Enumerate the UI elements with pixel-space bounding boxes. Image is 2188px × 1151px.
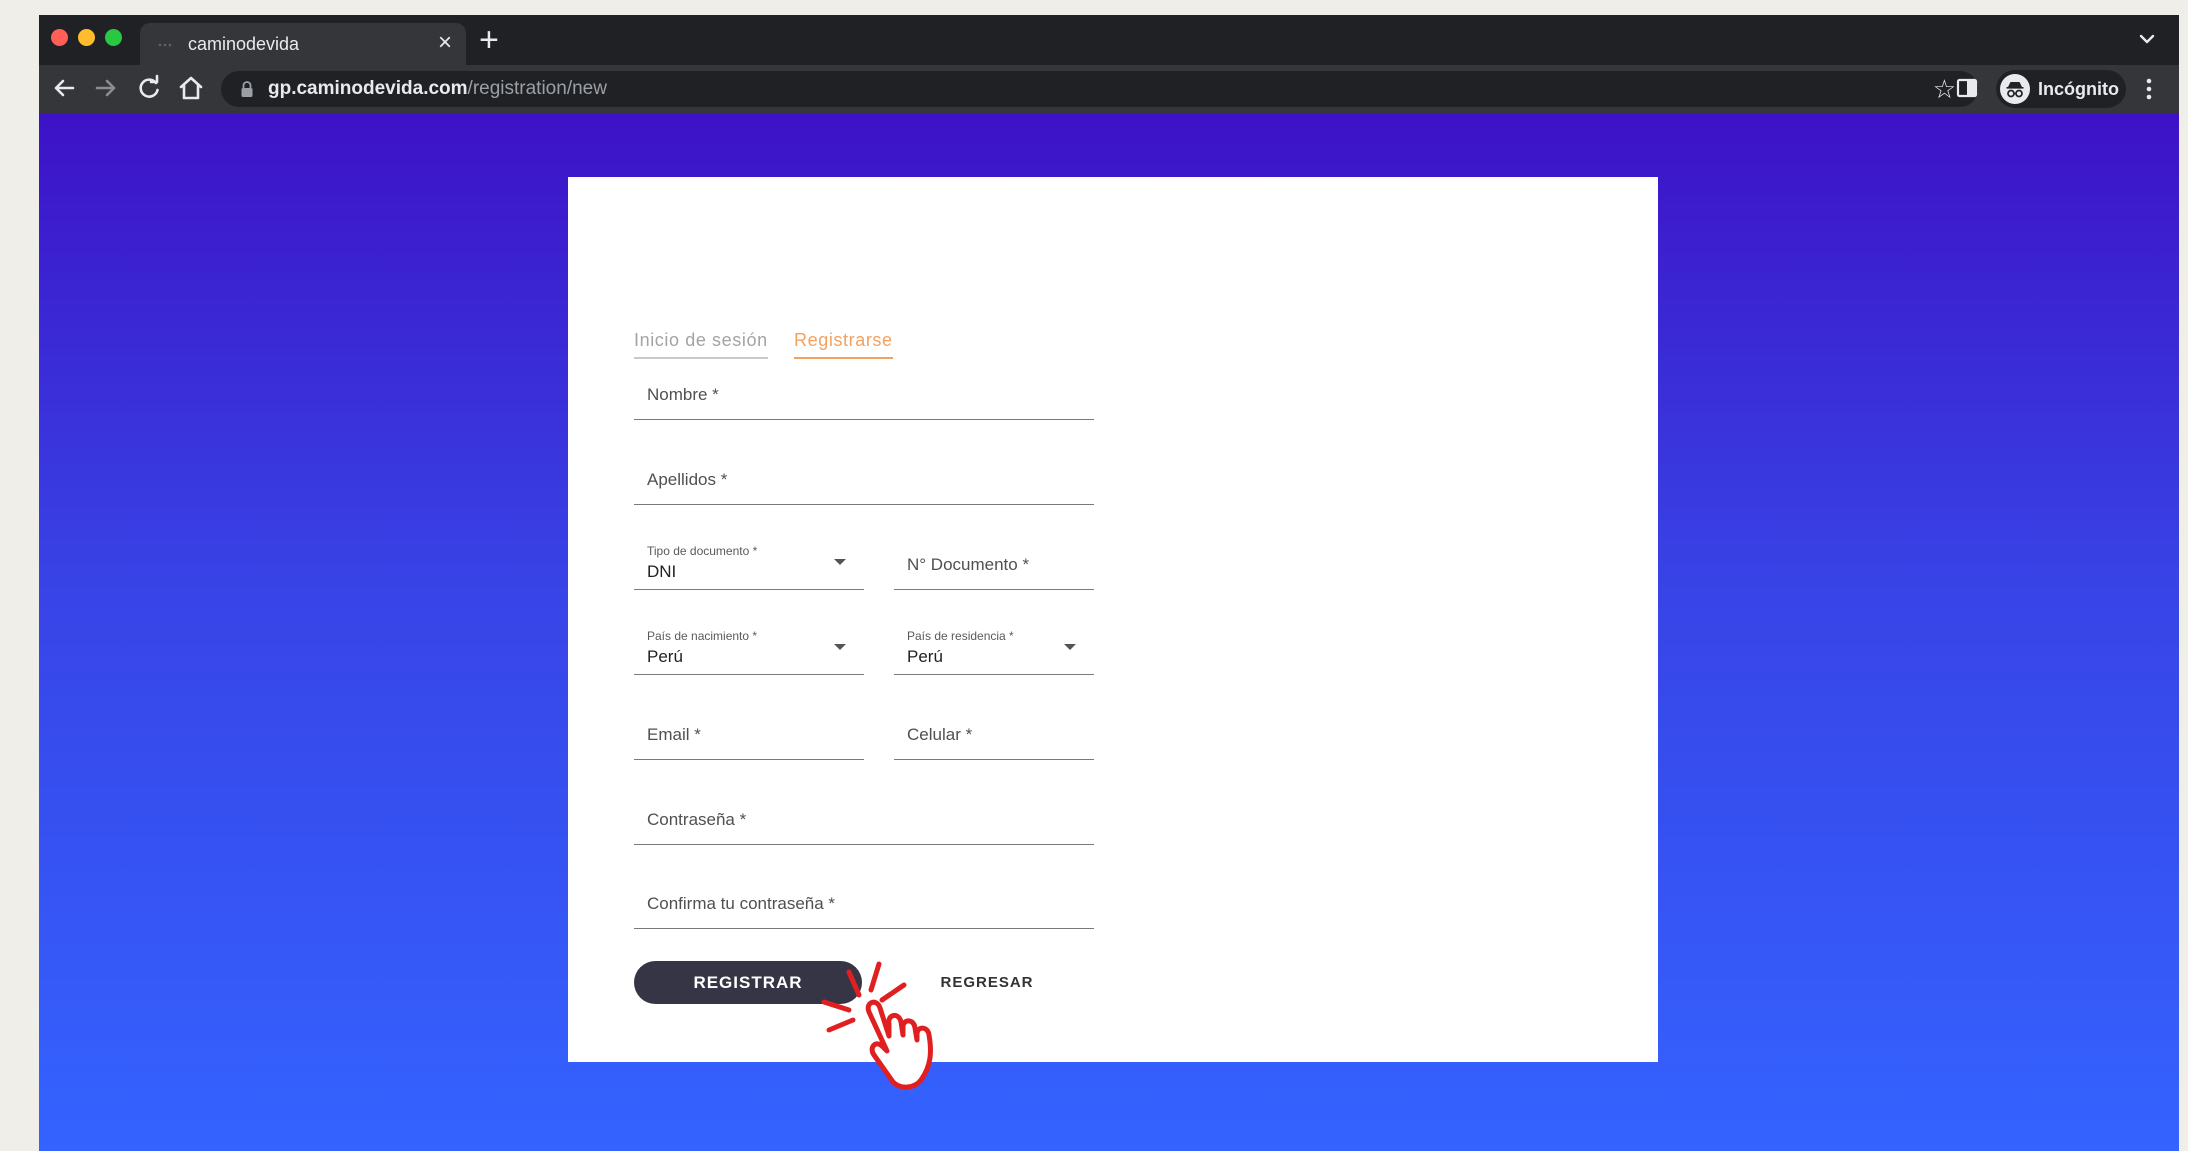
browser-tab[interactable]: caminodevida ×	[140, 23, 466, 65]
nombre-field[interactable]: Nombre *	[634, 375, 1094, 420]
caret-down-icon	[834, 559, 846, 565]
confirmar-contrasena-field[interactable]: Confirma tu contraseña *	[634, 884, 1094, 929]
lock-icon[interactable]	[240, 80, 254, 98]
pais-residencia-value: Perú	[907, 647, 943, 666]
tab-register[interactable]: Registrarse	[794, 330, 893, 359]
incognito-label: Incógnito	[2038, 79, 2119, 99]
tab-close-icon[interactable]: ×	[438, 30, 452, 56]
contrasena-field[interactable]: Contraseña *	[634, 800, 1094, 845]
email-field[interactable]: Email *	[634, 715, 864, 760]
tipo-documento-select[interactable]: Tipo de documento * DNI	[634, 536, 864, 590]
favicon-icon	[158, 43, 172, 47]
url-text: gp.caminodevida.com/registration/new	[268, 78, 607, 100]
hand-pointer-icon	[821, 961, 933, 1090]
email-placeholder: Email *	[647, 725, 701, 744]
apellidos-field[interactable]: Apellidos *	[634, 460, 1094, 505]
caret-down-icon	[834, 644, 846, 650]
pais-nacimiento-label: País de nacimiento *	[647, 629, 758, 643]
celular-field[interactable]: Celular *	[894, 715, 1094, 760]
minimize-window-button[interactable]	[78, 29, 95, 46]
star-icon[interactable]: ☆	[1933, 75, 1956, 103]
tab-login[interactable]: Inicio de sesión	[634, 330, 768, 359]
url-path: /registration/new	[467, 78, 607, 99]
kebab-menu-icon[interactable]	[2144, 75, 2154, 103]
pais-residencia-label: País de residencia *	[907, 629, 1014, 643]
incognito-profile-button[interactable]: Incógnito	[1996, 70, 2126, 108]
browser-toolbar: gp.caminodevida.com/registration/new ☆ I…	[39, 65, 2179, 114]
page-viewport: Inicio de sesión Registrarse Nombre * Ap…	[39, 114, 2179, 1151]
url-domain: gp.caminodevida.com	[268, 78, 468, 99]
celular-placeholder: Celular *	[907, 725, 973, 744]
close-window-button[interactable]	[51, 29, 68, 46]
numero-documento-placeholder: N° Documento *	[907, 555, 1030, 574]
address-bar[interactable]: gp.caminodevida.com/registration/new ☆	[221, 71, 1978, 107]
pais-nacimiento-value: Perú	[647, 647, 683, 666]
forward-arrow-icon[interactable]	[91, 73, 121, 103]
tipo-documento-value: DNI	[647, 562, 677, 581]
tab-title: caminodevida	[188, 34, 300, 54]
incognito-icon	[2000, 74, 2030, 104]
pais-residencia-select[interactable]: País de residencia * Perú	[894, 621, 1094, 675]
maximize-window-button[interactable]	[105, 29, 122, 46]
nombre-placeholder: Nombre *	[647, 385, 719, 404]
apellidos-placeholder: Apellidos *	[647, 470, 728, 489]
caret-down-icon	[1064, 644, 1076, 650]
side-panel-icon[interactable]	[1956, 77, 1978, 99]
chevron-down-icon[interactable]	[2137, 29, 2157, 49]
back-arrow-icon[interactable]	[49, 73, 79, 103]
new-tab-button[interactable]: +	[479, 23, 499, 57]
tab-strip: caminodevida × +	[39, 15, 2179, 65]
reload-icon[interactable]	[134, 73, 164, 103]
home-icon[interactable]	[176, 73, 206, 103]
browser-window: caminodevida × + gp.caminodevida.com/reg…	[39, 15, 2179, 1151]
tipo-documento-label: Tipo de documento *	[647, 544, 758, 558]
pais-nacimiento-select[interactable]: País de nacimiento * Perú	[634, 621, 864, 675]
contrasena-placeholder: Contraseña *	[647, 810, 747, 829]
confirmar-contrasena-placeholder: Confirma tu contraseña *	[647, 894, 836, 913]
registration-card: Inicio de sesión Registrarse Nombre * Ap…	[568, 177, 1658, 1062]
numero-documento-field[interactable]: N° Documento *	[894, 545, 1094, 590]
